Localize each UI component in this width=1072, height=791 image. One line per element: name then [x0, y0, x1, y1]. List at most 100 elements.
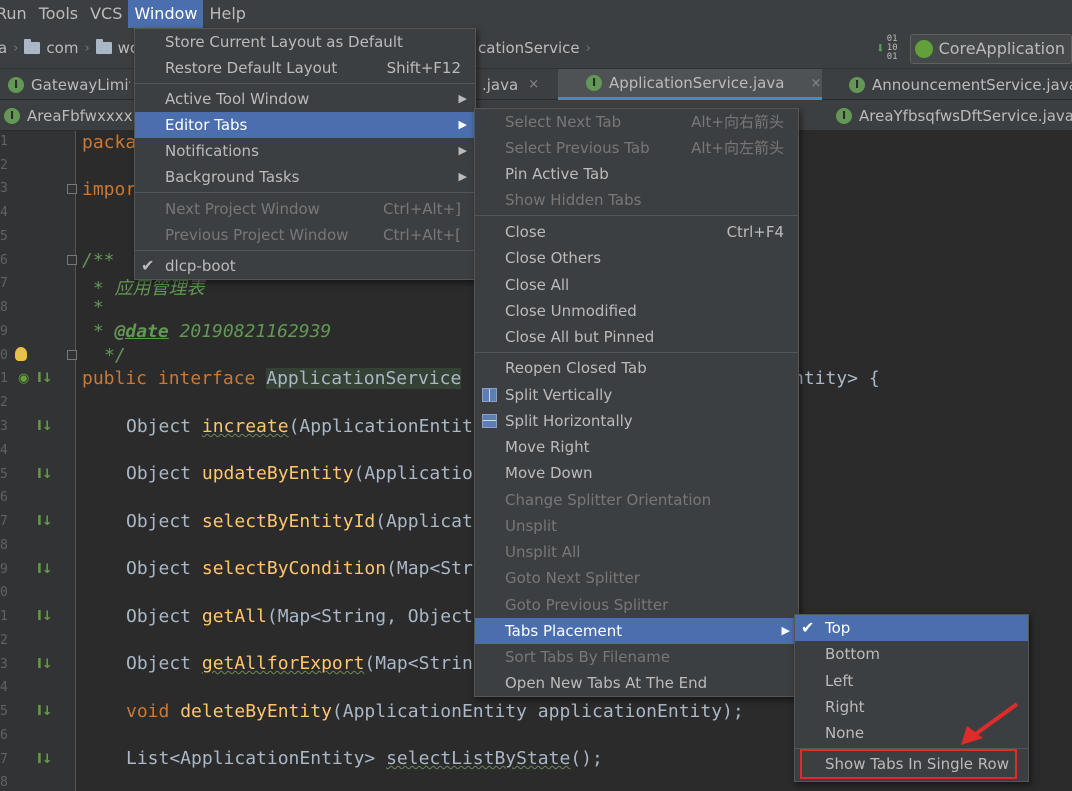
- menu-item-background-tasks[interactable]: Background Tasks ▶: [135, 164, 475, 190]
- menu-item-close[interactable]: Close Ctrl+F4: [475, 219, 798, 245]
- menu-separator: [475, 215, 798, 216]
- interface-icon: I: [586, 75, 602, 91]
- code-line-doc-star: *: [82, 297, 104, 318]
- menu-separator: [475, 352, 798, 353]
- tab-application-service[interactable]: I ApplicationService.java ×: [558, 69, 822, 100]
- code-line-method: Object getAll(Map<String, Object: [126, 606, 473, 627]
- code-line-doc-open: /**: [82, 250, 115, 271]
- submenu-arrow-icon: ▶: [781, 624, 790, 637]
- menu-item-unsplit[interactable]: Unsplit: [475, 513, 798, 539]
- menu-item-split-vertically[interactable]: Split Vertically: [475, 382, 798, 408]
- menu-item-change-splitter-orientation[interactable]: Change Splitter Orientation: [475, 487, 798, 513]
- menu-item-placement-bottom[interactable]: Bottom: [795, 641, 1028, 667]
- menu-item-close-others[interactable]: Close Others: [475, 245, 798, 271]
- menu-item-goto-previous-splitter[interactable]: Goto Previous Splitter: [475, 592, 798, 618]
- menu-item-close-all-but-pinned[interactable]: Close All but Pinned: [475, 324, 798, 350]
- menu-item-pin-active-tab[interactable]: Pin Active Tab: [475, 161, 798, 187]
- menu-item-editor-tabs[interactable]: Editor Tabs ▶: [135, 112, 475, 138]
- breadcrumb-wc[interactable]: wc: [95, 28, 138, 69]
- menu-help[interactable]: Help: [203, 0, 251, 28]
- tab-gateway-limit[interactable]: I GatewayLimitI: [0, 69, 130, 100]
- folder-icon: [95, 39, 112, 54]
- menu-item-close-all[interactable]: Close All: [475, 272, 798, 298]
- breadcrumb-a[interactable]: a ›: [0, 28, 24, 69]
- menu-item-move-right[interactable]: Move Right: [475, 434, 798, 460]
- code-line-method: List<ApplicationEntity> selectListByStat…: [126, 748, 603, 769]
- implementation-marker-icon[interactable]: I↓: [37, 467, 53, 482]
- menu-item-previous-project-window[interactable]: Previous Project Window Ctrl+Alt+[: [135, 222, 475, 248]
- split-vertically-icon: [482, 388, 497, 402]
- menu-item-sort-tabs-by-filename[interactable]: Sort Tabs By Filename: [475, 644, 798, 670]
- code-line-import: impor: [82, 179, 137, 200]
- implementation-marker-icon[interactable]: I↓: [37, 371, 53, 386]
- interface-icon: I: [4, 107, 20, 124]
- menu-item-active-tool-window[interactable]: Active Tool Window ▶: [135, 86, 475, 112]
- window-menu: Store Current Layout as Default Restore …: [134, 28, 476, 280]
- breadcrumb-com[interactable]: com ›: [24, 28, 95, 69]
- checkmark-icon: ✔: [141, 256, 155, 275]
- menu-item-move-down[interactable]: Move Down: [475, 460, 798, 486]
- menu-item-select-previous-tab[interactable]: Select Previous Tab Alt+向左箭头: [475, 135, 798, 161]
- menu-item-placement-left[interactable]: Left: [795, 668, 1028, 694]
- editor-tabs-submenu: Select Next Tab Alt+向右箭头 Select Previous …: [474, 108, 799, 697]
- tab-java-file[interactable]: .java ×: [478, 69, 558, 100]
- close-icon[interactable]: ×: [528, 77, 539, 92]
- code-line-method: Object selectByEntityId(Applicat: [126, 511, 473, 532]
- menu-vcs[interactable]: VCS: [84, 0, 128, 28]
- code-line-method: Object increate(ApplicationEntit: [126, 416, 473, 437]
- menu-window[interactable]: Window: [128, 0, 204, 28]
- menu-item-next-project-window[interactable]: Next Project Window Ctrl+Alt+]: [135, 196, 475, 222]
- submenu-arrow-icon: ▶: [458, 170, 467, 183]
- breadcrumb-current[interactable]: cationService ›: [478, 28, 597, 69]
- menu-run[interactable]: Run: [0, 0, 33, 28]
- implementation-marker-icon[interactable]: I↓: [37, 609, 53, 624]
- code-line-method: Object getAllforExport(Map<Strin: [126, 653, 473, 674]
- menu-item-project-dlcp-boot[interactable]: ✔ dlcp-boot: [135, 253, 475, 279]
- fold-icon[interactable]: [67, 255, 77, 265]
- tab-area-fbfw[interactable]: I AreaFbfwxxxxD: [0, 100, 140, 131]
- menu-item-notifications[interactable]: Notifications ▶: [135, 138, 475, 164]
- code-line-package: packa: [82, 132, 137, 153]
- menu-item-restore-layout[interactable]: Restore Default Layout Shift+F12: [135, 55, 475, 81]
- fold-icon[interactable]: [67, 184, 77, 194]
- editor-gutter: 1 2 3 4 5 6 7 8 9 0 1 2 3 4 5 6 7 8 9 0 …: [0, 131, 77, 791]
- menu-item-placement-top[interactable]: ✔ Top: [795, 615, 1028, 641]
- menu-item-show-hidden-tabs[interactable]: Show Hidden Tabs: [475, 187, 798, 213]
- implementation-marker-icon[interactable]: I↓: [37, 562, 53, 577]
- interface-icon: I: [836, 107, 852, 124]
- tab-announcement-service[interactable]: I AnnouncementService.java: [823, 69, 1072, 100]
- annotation-highlight-box: [800, 749, 1017, 779]
- implementation-marker-icon[interactable]: I↓: [37, 657, 53, 672]
- checkmark-icon: ✔: [801, 618, 815, 637]
- fold-icon[interactable]: [67, 350, 77, 360]
- menu-item-tabs-placement[interactable]: Tabs Placement ▶: [475, 618, 798, 644]
- close-icon[interactable]: ×: [810, 76, 821, 91]
- menu-item-store-layout[interactable]: Store Current Layout as Default: [135, 29, 475, 55]
- code-line-doc-date: * @date 20190821162939: [82, 321, 332, 342]
- menu-item-goto-next-splitter[interactable]: Goto Next Splitter: [475, 565, 798, 591]
- menu-item-close-unmodified[interactable]: Close Unmodified: [475, 298, 798, 324]
- run-configuration-selector[interactable]: CoreApplication: [909, 33, 1072, 64]
- vcs-update-icon[interactable]: ⬇ 01 10 01: [876, 35, 898, 62]
- menu-tools[interactable]: Tools: [33, 0, 84, 28]
- menu-item-reopen-closed-tab[interactable]: Reopen Closed Tab: [475, 355, 798, 381]
- lightbulb-icon[interactable]: [15, 347, 27, 361]
- implemented-icon[interactable]: ◉: [18, 371, 29, 386]
- code-line-method: Object selectByCondition(Map<Str: [126, 558, 473, 579]
- menu-item-select-next-tab[interactable]: Select Next Tab Alt+向右箭头: [475, 109, 798, 135]
- code-line-doc-close: */: [104, 345, 126, 366]
- submenu-arrow-icon: ▶: [458, 144, 467, 157]
- submenu-arrow-icon: ▶: [458, 118, 467, 131]
- menu-item-split-horizontally[interactable]: Split Horizontally: [475, 408, 798, 434]
- implementation-marker-icon[interactable]: I↓: [37, 514, 53, 529]
- implementation-marker-icon[interactable]: I↓: [37, 419, 53, 434]
- interface-icon: I: [8, 76, 24, 93]
- menu-item-open-new-tabs-at-end[interactable]: Open New Tabs At The End: [475, 670, 798, 696]
- menu-item-unsplit-all[interactable]: Unsplit All: [475, 539, 798, 565]
- implementation-marker-icon[interactable]: I↓: [37, 704, 53, 719]
- menu-bar: Run Tools VCS Window Help: [0, 0, 1072, 28]
- folder-icon: [24, 39, 41, 54]
- implementation-marker-icon[interactable]: I↓: [37, 752, 53, 767]
- breadcrumb-separator-icon: ›: [585, 40, 591, 56]
- tab-area-yfbsqfws[interactable]: I AreaYfbsqfwsDftService.java: [810, 100, 1072, 131]
